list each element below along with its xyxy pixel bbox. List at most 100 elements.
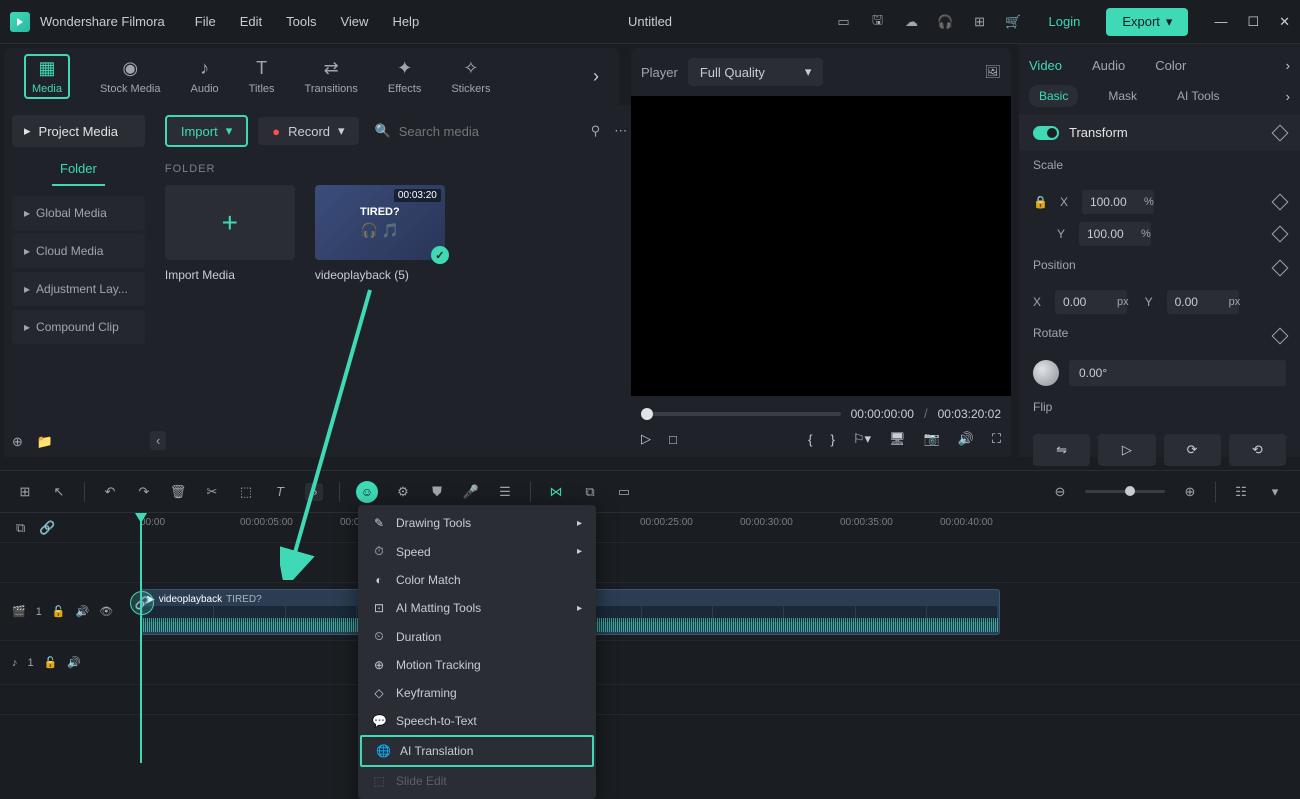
cloud-icon[interactable]: ☁: [903, 13, 921, 31]
preview-canvas[interactable]: [631, 96, 1011, 396]
menu-view[interactable]: View: [340, 14, 368, 29]
props-tabs-more[interactable]: ›: [1286, 58, 1290, 73]
more-tools-icon[interactable]: »: [305, 483, 323, 501]
subtab-mask[interactable]: Mask: [1098, 85, 1147, 107]
media-clip-item[interactable]: 00:03:20 TIRED? 🎧 🎵 ✓ videoplayback (5): [315, 185, 445, 282]
menu-edit[interactable]: Edit: [240, 14, 262, 29]
tab-transitions[interactable]: ⇄ Transitions: [305, 58, 358, 95]
display-icon[interactable]: 🖥: [889, 431, 906, 447]
more-icon[interactable]: ⋯: [614, 123, 627, 139]
tl-mic-icon[interactable]: 🎤: [462, 483, 480, 501]
lock-icon[interactable]: 🔒: [1033, 195, 1048, 209]
cut-icon[interactable]: ✂: [203, 483, 221, 501]
login-button[interactable]: Login: [1039, 10, 1091, 33]
track-mute-icon[interactable]: 🔊: [76, 605, 90, 618]
ctx-ai-translation[interactable]: 🌐AI Translation: [360, 735, 594, 767]
ctx-speech-to-text[interactable]: 💬Speech-to-Text: [358, 707, 596, 735]
audio-track-mute-icon[interactable]: 🔊: [67, 656, 81, 669]
sidebar-collapse[interactable]: ‹: [150, 431, 166, 450]
rotate-keyframe[interactable]: [1272, 328, 1289, 345]
props-tab-audio[interactable]: Audio: [1092, 54, 1125, 77]
playhead[interactable]: [140, 513, 142, 763]
transform-toggle[interactable]: [1033, 126, 1059, 140]
import-button[interactable]: Import▾: [165, 115, 248, 147]
ctx-speed[interactable]: ⏱Speed▸: [358, 537, 596, 566]
track-visible-icon[interactable]: 👁: [99, 605, 113, 618]
rotate-input[interactable]: [1069, 360, 1286, 386]
tl-magnet-icon[interactable]: ⋈: [547, 483, 565, 501]
props-tab-color[interactable]: Color: [1155, 54, 1186, 77]
menu-help[interactable]: Help: [392, 14, 419, 29]
import-media-tile[interactable]: + Import Media: [165, 185, 295, 282]
record-button[interactable]: ●Record▾: [258, 117, 358, 145]
snapshot-icon[interactable]: 🖼: [984, 64, 1001, 80]
track-lock-icon[interactable]: 🔓: [52, 605, 66, 618]
maximize-button[interactable]: ☐: [1247, 14, 1259, 30]
ctx-motion-tracking[interactable]: ⊕Motion Tracking: [358, 651, 596, 679]
scale-x-keyframe[interactable]: [1272, 194, 1289, 211]
tab-stock-media[interactable]: ◉ Stock Media: [100, 58, 161, 95]
save-icon[interactable]: 🖫: [869, 13, 887, 31]
sidebar-compound-clip[interactable]: ▸Compound Clip: [12, 310, 145, 344]
tl-view-icon[interactable]: ☷: [1232, 483, 1250, 501]
sidebar-adjustment-layer[interactable]: ▸Adjustment Lay...: [12, 272, 145, 306]
scale-y-keyframe[interactable]: [1272, 226, 1289, 243]
play-button[interactable]: ▷: [641, 431, 651, 447]
menu-file[interactable]: File: [195, 14, 216, 29]
filter-icon[interactable]: ⚲: [591, 123, 601, 139]
menu-tools[interactable]: Tools: [286, 14, 316, 29]
new-folder-icon[interactable]: ⊕: [12, 434, 23, 450]
tab-effects[interactable]: ✦ Effects: [388, 58, 421, 95]
transform-keyframe[interactable]: [1272, 124, 1289, 141]
ctx-ai-matting[interactable]: ⊡AI Matting Tools▸: [358, 594, 596, 622]
crop-icon[interactable]: ⬚: [237, 483, 255, 501]
close-button[interactable]: ✕: [1279, 14, 1290, 30]
ctx-drawing-tools[interactable]: ✎Drawing Tools▸: [358, 509, 596, 537]
export-button[interactable]: Export▾: [1106, 8, 1188, 36]
delete-icon[interactable]: 🗑: [169, 483, 187, 501]
position-keyframe[interactable]: [1272, 260, 1289, 277]
tl-view-more[interactable]: ▾: [1266, 483, 1284, 501]
tl-layout-icon[interactable]: ⊞: [16, 483, 34, 501]
ctx-duration[interactable]: ⏲Duration: [358, 622, 596, 651]
redo-icon[interactable]: ↷: [135, 483, 153, 501]
tl-list-icon[interactable]: ☰: [496, 483, 514, 501]
tabs-more[interactable]: ›: [593, 66, 599, 87]
tl-shield-icon[interactable]: ⛊: [428, 483, 446, 501]
tl-link-track-icon[interactable]: 🔗: [39, 520, 55, 536]
rotate-knob[interactable]: [1033, 360, 1059, 386]
zoom-out-icon[interactable]: ⊖: [1051, 483, 1069, 501]
tl-lock-track-icon[interactable]: ⧉: [16, 520, 25, 536]
clip-link-indicator[interactable]: 🔗: [130, 591, 154, 615]
zoom-in-icon[interactable]: ⊕: [1181, 483, 1199, 501]
camera-icon[interactable]: 📷: [924, 431, 940, 447]
tl-cursor-icon[interactable]: ↖: [50, 483, 68, 501]
quality-dropdown[interactable]: Full Quality▾: [688, 58, 824, 86]
sidebar-cloud-media[interactable]: ▸Cloud Media: [12, 234, 145, 268]
sidebar-global-media[interactable]: ▸Global Media: [12, 196, 145, 230]
fullscreen-icon[interactable]: ⛶: [992, 431, 1001, 447]
marker-icon[interactable]: ⚐▾: [853, 431, 871, 447]
tl-marker-icon[interactable]: ▭: [615, 483, 633, 501]
tab-media[interactable]: ▦ Media: [24, 54, 70, 99]
mark-out-icon[interactable]: }: [830, 432, 834, 447]
scrubber[interactable]: [641, 412, 841, 416]
minimize-button[interactable]: —: [1214, 14, 1227, 30]
subtab-ai-tools[interactable]: AI Tools: [1167, 85, 1229, 107]
tab-stickers[interactable]: ✧ Stickers: [451, 58, 490, 95]
volume-icon[interactable]: 🔊: [958, 431, 974, 447]
tab-titles[interactable]: T Titles: [249, 58, 275, 95]
sidebar-folder-tab[interactable]: Folder: [52, 153, 105, 186]
support-icon[interactable]: 🎧: [937, 13, 955, 31]
folder-icon-2[interactable]: 📁: [37, 434, 53, 450]
text-icon[interactable]: T: [271, 483, 289, 501]
zoom-slider[interactable]: [1085, 490, 1165, 493]
subtab-basic[interactable]: Basic: [1029, 85, 1078, 107]
tl-link-icon[interactable]: ⧉: [581, 483, 599, 501]
rotate-cw[interactable]: ⟳: [1164, 434, 1221, 466]
tab-audio[interactable]: ♪ Audio: [191, 58, 219, 95]
tl-gear-icon[interactable]: ⚙: [394, 483, 412, 501]
subtabs-more[interactable]: ›: [1286, 89, 1290, 104]
device-icon[interactable]: ▭: [835, 13, 853, 31]
flip-horizontal[interactable]: ⇋: [1033, 434, 1090, 466]
